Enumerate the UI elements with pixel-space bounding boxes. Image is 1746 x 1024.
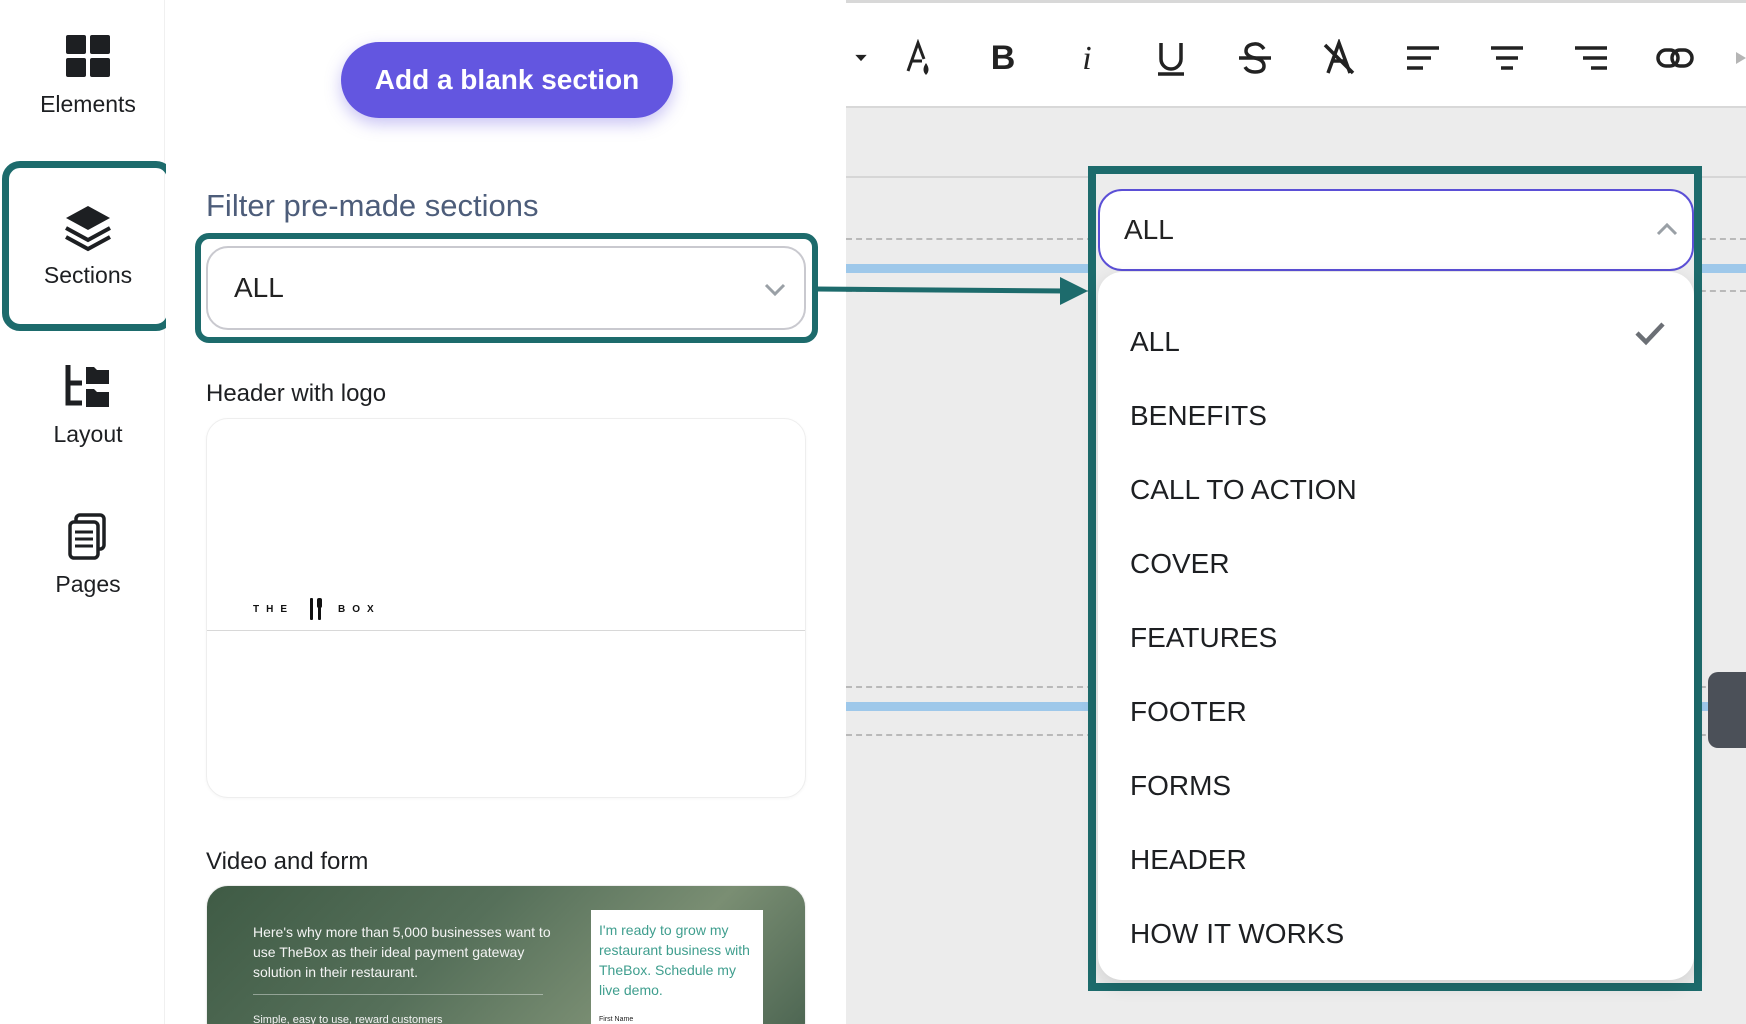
add-blank-section-button[interactable]: Add a blank section [341,42,673,118]
bold-button[interactable]: B [980,35,1026,81]
filter-select-value: ALL [234,272,284,303]
nav-item-pages[interactable]: Pages [6,480,170,630]
sections-panel: Add a blank section Filter pre-made sect… [166,0,846,1024]
callout-arrow-icon [816,277,1088,305]
align-center-button[interactable] [1484,35,1530,81]
clear-format-icon [1323,39,1355,75]
svg-text:B: B [991,39,1016,77]
video-headline: Here's why more than 5,000 businesses wa… [253,924,551,980]
category-dropdown-menu: ALL BENEFITS CALL TO ACTION COVER FEATUR… [1098,272,1694,980]
dropdown-option-benefits[interactable]: BENEFITS [1130,400,1267,432]
clear-format-button[interactable] [1316,35,1362,81]
layout-folders-icon [65,364,109,407]
text-toolbar: B i [846,0,1746,108]
align-left-icon [1407,46,1439,70]
section-card-header-with-logo[interactable]: THE BOX [206,418,806,798]
caret-down-icon [855,54,867,62]
text-color-icon [906,39,929,75]
canvas-side-handle[interactable] [1708,672,1746,748]
nav-item-sections[interactable]: Sections [2,161,174,331]
grid-icon [66,34,110,77]
section-label-header-with-logo: Header with logo [206,380,387,407]
align-center-icon [1491,46,1523,70]
caret-right-icon [1736,52,1746,64]
logo-text-right: BOX [338,603,381,615]
category-select[interactable]: ALL [1098,189,1694,271]
toolbar-dropdown-caret[interactable] [846,35,876,81]
toolbar-more-caret[interactable] [1730,35,1746,81]
bold-icon: B [991,39,1016,77]
nav-label-sections: Sections [43,261,133,288]
underline-button[interactable] [1148,35,1194,81]
layers-icon [65,205,111,251]
align-left-button[interactable] [1400,35,1446,81]
video-form-preview: I'm ready to grow my restaurant business… [591,910,763,1024]
dropdown-option-call-to-action[interactable]: CALL TO ACTION [1130,474,1357,506]
card-divider [207,630,805,631]
video-divider [253,994,543,995]
thebox-logo: THE BOX [253,597,381,621]
svg-text:i: i [1082,40,1091,77]
left-nav: Elements Sections Layout Pages [0,0,174,1024]
dropdown-option-header[interactable]: HEADER [1130,844,1247,876]
category-select-value: ALL [1124,214,1174,245]
link-button[interactable] [1652,35,1698,81]
nav-item-layout[interactable]: Layout [6,330,170,480]
strikethrough-icon [1239,42,1271,74]
fork-knife-icon [310,598,322,620]
dropdown-option-forms[interactable]: FORMS [1130,770,1231,802]
strikethrough-button[interactable] [1232,35,1278,81]
dropdown-option-all[interactable]: ALL [1130,326,1180,358]
logo-text-left: THE [253,603,294,615]
chevron-down-icon [764,283,786,297]
nav-item-elements[interactable]: Elements [6,0,170,150]
align-right-icon [1575,46,1607,70]
filter-title: Filter pre-made sections [206,188,539,223]
video-form-field-label: First Name [599,1016,634,1023]
italic-button[interactable]: i [1064,35,1110,81]
filter-select[interactable]: ALL [206,246,806,330]
nav-label-elements: Elements [40,90,136,117]
nav-label-pages: Pages [55,570,121,597]
nav-label-layout: Layout [53,420,123,447]
section-label-video-and-form: Video and form [206,848,369,875]
section-card-video-and-form[interactable]: Here's why more than 5,000 businesses wa… [206,885,806,1024]
chevron-up-icon [1656,222,1678,236]
align-right-button[interactable] [1568,35,1614,81]
dropdown-option-features[interactable]: FEATURES [1130,622,1277,654]
checkmark-icon [1635,322,1665,346]
dropdown-option-how-it-works[interactable]: HOW IT WORKS [1130,918,1344,950]
pages-icon [68,512,106,560]
italic-icon: i [1082,40,1091,77]
underline-icon [1158,43,1184,76]
dropdown-option-cover[interactable]: COVER [1130,548,1230,580]
dropdown-option-footer[interactable]: FOOTER [1130,696,1247,728]
link-icon [1656,48,1694,68]
text-color-button[interactable] [896,35,942,81]
video-subline: Simple, easy to use, reward customers [253,1014,443,1024]
video-form-text: I'm ready to grow my restaurant business… [599,922,750,998]
app-root: Elements Sections Layout Pages Add a bla… [0,0,1746,1024]
